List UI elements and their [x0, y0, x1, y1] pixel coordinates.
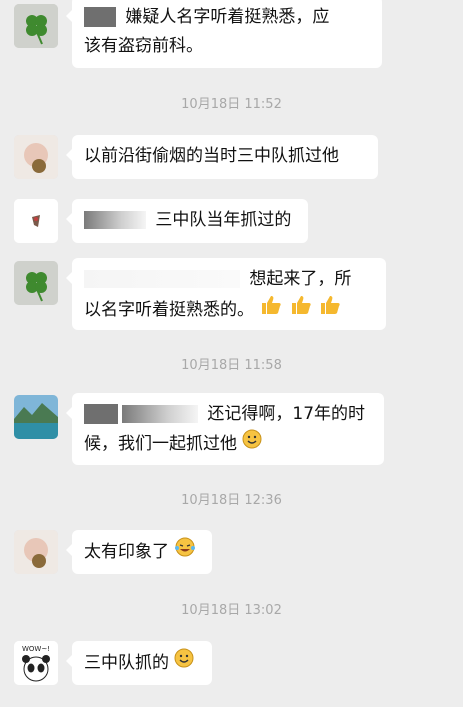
message-bubble[interactable]: 以前沿街偷烟的当时三中队抓过他	[66, 135, 378, 179]
message-line: 还记得啊，17年的时	[84, 400, 372, 429]
photo-avatar[interactable]	[14, 530, 58, 574]
message-line: 想起来了，所	[84, 265, 374, 294]
thumbs-up-emoji	[289, 294, 313, 326]
four-leaf-clover-icon	[14, 261, 58, 305]
panda-avatar[interactable]: WOW~!	[14, 641, 58, 685]
message-line: 候，我们一起抓过他	[84, 429, 372, 459]
small-avatar[interactable]	[14, 199, 58, 243]
timestamp: 10月18日 11:52	[181, 97, 282, 112]
panda-icon: WOW~!	[14, 641, 58, 685]
clover-avatar[interactable]	[14, 4, 58, 48]
thumbs-up-emoji	[259, 294, 283, 326]
timestamp: 10月18日 13:02	[181, 603, 282, 618]
smile-emoji	[242, 429, 262, 459]
redacted-name	[84, 270, 240, 288]
lake-avatar[interactable]	[14, 395, 58, 439]
message-bubble[interactable]: 嫌疑人名字听着挺熟悉，应 该有盗窃前科。	[66, 0, 382, 68]
avatar-caption: WOW~!	[22, 645, 50, 653]
message-bubble[interactable]: 太有印象了	[66, 530, 212, 574]
message-line: 太有印象了	[84, 537, 196, 562]
laugh-cry-emoji	[174, 537, 196, 567]
message-bubble[interactable]: 三中队抓的	[66, 641, 212, 685]
message-line: 三中队当年抓过的	[84, 210, 291, 230]
clover-avatar[interactable]	[14, 261, 58, 305]
timestamp: 10月18日 11:58	[181, 358, 282, 373]
redacted-name	[84, 211, 146, 229]
message-bubble[interactable]: 三中队当年抓过的	[66, 199, 308, 243]
thumbs-up-emoji	[318, 294, 342, 326]
message-line: 三中队抓的	[84, 648, 194, 673]
message-line: 嫌疑人名字听着挺熟悉，应	[84, 3, 370, 32]
message-bubble[interactable]: 还记得啊，17年的时 候，我们一起抓过他	[66, 393, 384, 465]
redacted-name	[122, 405, 198, 423]
message-line: 该有盗窃前科。	[84, 36, 203, 56]
person-photo-icon	[14, 135, 58, 179]
chat-thread: 嫌疑人名字听着挺熟悉，应 该有盗窃前科。 10月18日 11:52 以前沿街偷烟…	[0, 0, 463, 707]
message-bubble[interactable]: 想起来了，所 以名字听着挺熟悉的。	[66, 258, 386, 330]
smile-emoji	[174, 648, 194, 678]
redacted-name	[84, 404, 118, 424]
message-line: 以前沿街偷烟的当时三中队抓过他	[84, 146, 339, 166]
figure-icon	[14, 199, 58, 243]
photo-avatar[interactable]	[14, 135, 58, 179]
redacted-name	[84, 7, 116, 27]
lake-landscape-avatar	[14, 395, 58, 439]
message-line: 以名字听着挺熟悉的。	[84, 294, 374, 326]
person-photo-icon	[14, 530, 58, 574]
timestamp: 10月18日 12:36	[181, 493, 282, 508]
four-leaf-clover-icon	[14, 4, 58, 48]
